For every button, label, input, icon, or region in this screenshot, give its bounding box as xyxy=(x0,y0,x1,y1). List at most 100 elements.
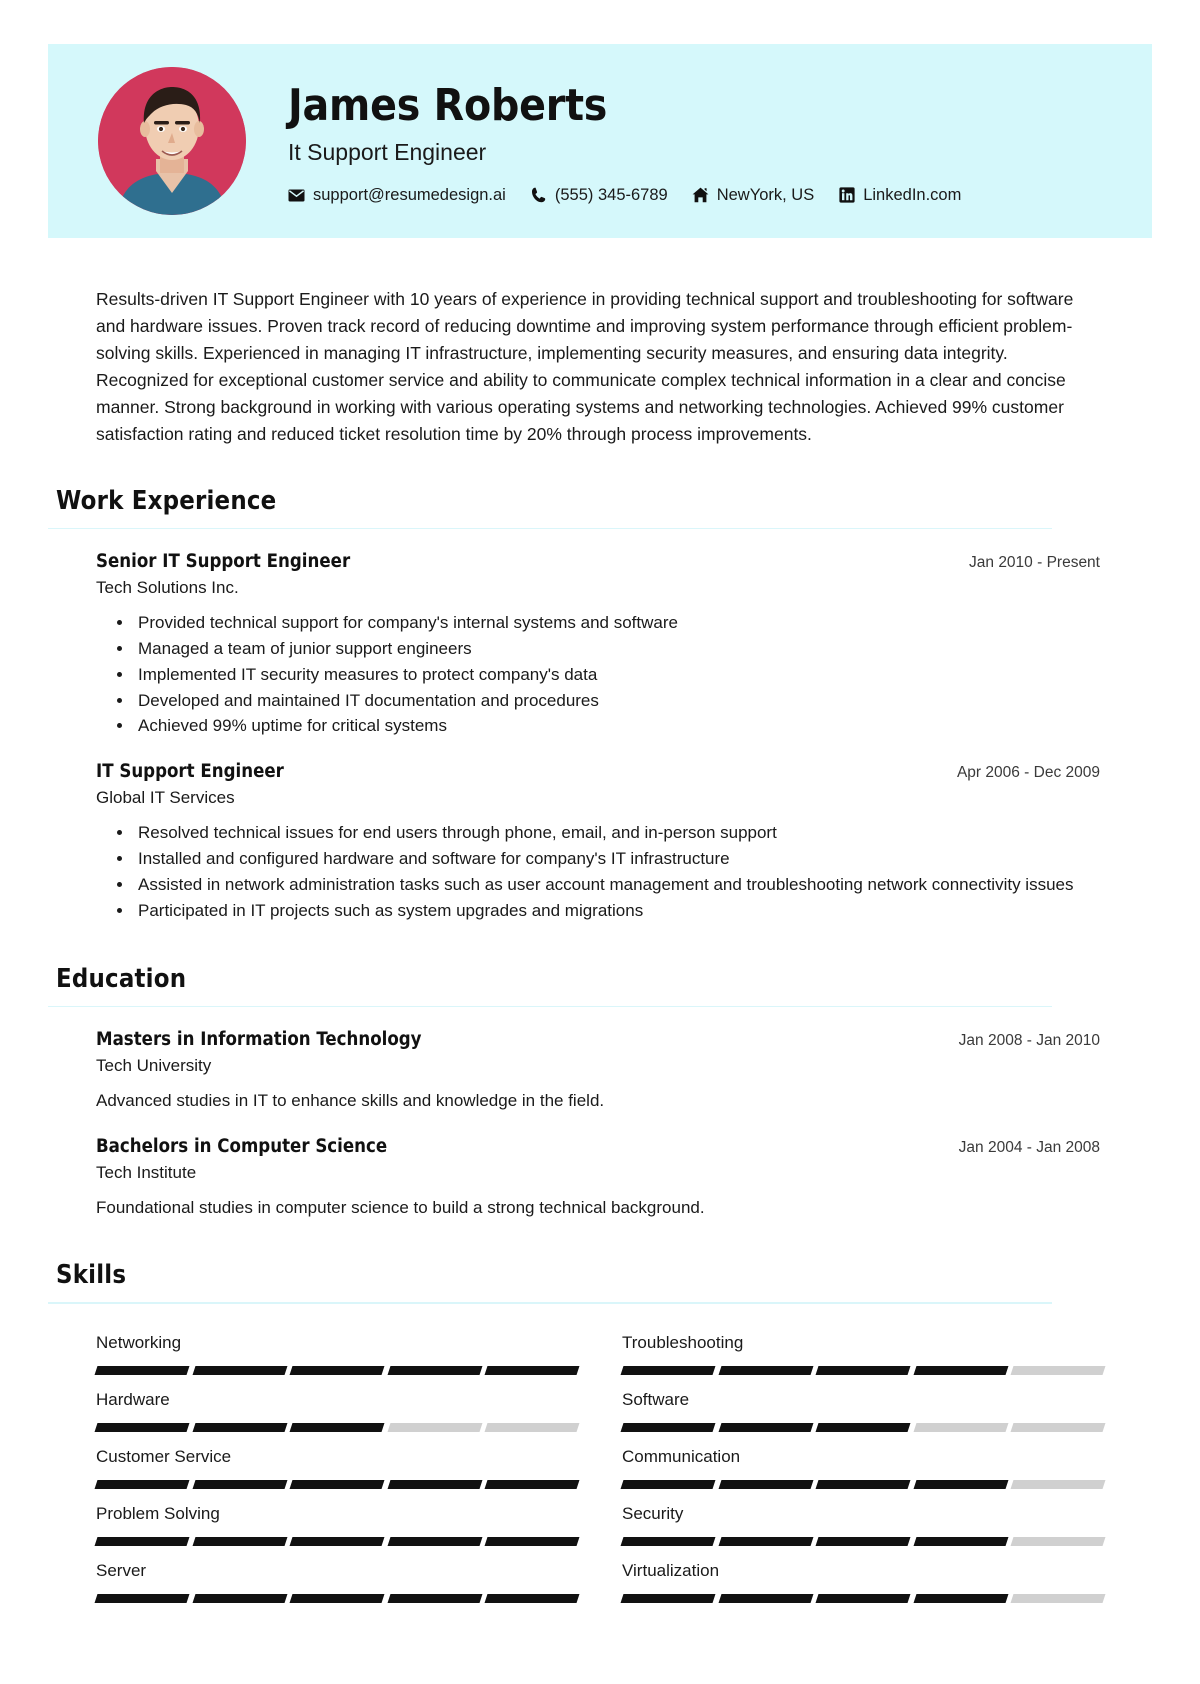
skill-name: Hardware xyxy=(96,1389,170,1409)
skill-level-segment xyxy=(289,1537,385,1547)
skill-level-bar xyxy=(620,1423,1106,1433)
skill-item: Server xyxy=(94,1546,580,1604)
work-entry-role: Senior IT Support Engineer xyxy=(96,551,351,573)
education-entry-degree: Bachelors in Computer Science xyxy=(96,1135,388,1157)
header-text-block: James Roberts It Support Engineer suppor… xyxy=(288,78,961,203)
skill-level-segment xyxy=(1010,1480,1106,1490)
contact-linkedin[interactable]: LinkedIn.com xyxy=(838,187,961,204)
skill-level-segment xyxy=(913,1594,1008,1604)
skill-level-bar xyxy=(94,1594,580,1604)
skill-level-segment xyxy=(484,1423,580,1433)
contact-phone[interactable]: (555) 345-6789 xyxy=(530,187,668,204)
skill-level-segment xyxy=(289,1480,385,1490)
skill-item: Troubleshooting xyxy=(620,1318,1106,1375)
skill-level-segment xyxy=(192,1365,287,1375)
resume-page: James Roberts It Support Engineer suppor… xyxy=(0,44,1200,1684)
skill-level-segment xyxy=(387,1423,482,1433)
section-divider xyxy=(48,527,1052,530)
skill-level-segment xyxy=(718,1365,813,1375)
skill-item: Software xyxy=(620,1375,1106,1433)
linkedin-icon xyxy=(838,187,855,204)
education-entry: Bachelors in Computer Science Jan 2004 -… xyxy=(96,1136,1104,1221)
bullet-item: Installed and configured hardware and so… xyxy=(134,846,1104,872)
skill-level-segment xyxy=(815,1480,911,1490)
skill-name: Security xyxy=(622,1504,684,1524)
skill-name: Troubleshooting xyxy=(622,1332,744,1352)
section-title-education: Education xyxy=(56,963,187,994)
skill-level-segment xyxy=(718,1537,813,1547)
skill-level-bar xyxy=(94,1537,580,1547)
education-entry-description: Foundational studies in computer science… xyxy=(96,1197,705,1217)
skill-level-segment xyxy=(913,1537,1008,1547)
bullet-item: Participated in IT projects such as syst… xyxy=(134,898,1104,924)
bullet-item: Managed a team of junior support enginee… xyxy=(134,636,1104,662)
candidate-name: James Roberts xyxy=(288,80,608,132)
skill-level-segment xyxy=(620,1480,716,1490)
skill-item: Problem Solving xyxy=(94,1489,580,1547)
skill-level-segment xyxy=(289,1423,385,1433)
skill-level-segment xyxy=(620,1423,716,1433)
skill-level-bar xyxy=(620,1365,1106,1375)
avatar xyxy=(98,67,246,215)
skill-level-segment xyxy=(484,1594,580,1604)
contact-phone-label: (555) 345-6789 xyxy=(554,185,668,204)
section-education: Education Masters in Information Technol… xyxy=(48,964,1152,1221)
bullet-item: Resolved technical issues for end users … xyxy=(134,820,1104,846)
skill-level-segment xyxy=(289,1365,385,1375)
envelope-icon xyxy=(288,187,305,204)
skill-level-segment xyxy=(718,1594,813,1604)
skill-name: Customer Service xyxy=(96,1447,232,1467)
work-entry-list: Senior IT Support Engineer Jan 2010 - Pr… xyxy=(48,551,1152,923)
skill-level-segment xyxy=(484,1480,580,1490)
skill-name: Networking xyxy=(96,1332,182,1352)
skill-level-bar xyxy=(94,1480,580,1490)
work-entry-role: IT Support Engineer xyxy=(96,761,284,783)
skill-level-segment xyxy=(1010,1594,1106,1604)
skill-name: Problem Solving xyxy=(96,1504,220,1524)
contact-location[interactable]: NewYork, US xyxy=(692,185,815,204)
skill-name: Server xyxy=(96,1561,147,1581)
skill-level-segment xyxy=(289,1594,385,1604)
skill-level-segment xyxy=(94,1594,190,1604)
skills-grid: Networking Troubleshooting Hardware Softwar… xyxy=(48,1318,1152,1604)
work-entry-date: Apr 2006 - Dec 2009 xyxy=(956,764,1100,782)
skill-level-segment xyxy=(192,1480,287,1490)
skill-name: Software xyxy=(622,1389,690,1409)
skill-level-segment xyxy=(620,1594,716,1604)
section-skills: Skills Networking Troubleshooting Hardware… xyxy=(48,1260,1152,1604)
professional-summary: Results-driven IT Support Engineer with … xyxy=(96,289,1074,444)
contact-linkedin-label: LinkedIn.com xyxy=(863,185,962,204)
contact-email[interactable]: support@resumedesign.ai xyxy=(288,187,506,204)
bullet-item: Implemented IT security measures to prot… xyxy=(134,662,1104,688)
education-entry-date: Jan 2008 - Jan 2010 xyxy=(958,1032,1100,1050)
contact-location-label: NewYork, US xyxy=(716,185,815,204)
skill-level-segment xyxy=(387,1480,482,1490)
phone-icon xyxy=(530,187,547,204)
skill-item: Networking xyxy=(94,1318,580,1375)
skill-level-segment xyxy=(620,1537,716,1547)
skill-level-segment xyxy=(387,1594,482,1604)
section-divider xyxy=(48,1302,1052,1304)
education-entry-list: Masters in Information Technology Jan 20… xyxy=(48,1029,1152,1220)
skill-level-segment xyxy=(815,1594,911,1604)
contact-row: support@resumedesign.ai (555) 345-6789 N… xyxy=(288,187,961,204)
education-entry: Masters in Information Technology Jan 20… xyxy=(96,1029,1104,1114)
bullet-item: Assisted in network administration tasks… xyxy=(134,872,1104,898)
skill-level-segment xyxy=(387,1537,482,1547)
skill-level-bar xyxy=(620,1480,1106,1490)
skill-level-segment xyxy=(913,1423,1008,1433)
skill-level-segment xyxy=(484,1537,580,1547)
education-entry-school: Tech Institute xyxy=(96,1162,197,1182)
skill-level-bar xyxy=(94,1423,580,1433)
skill-level-segment xyxy=(718,1480,813,1490)
skill-level-segment xyxy=(718,1423,813,1433)
work-entry: IT Support Engineer Apr 2006 - Dec 2009 … xyxy=(96,761,1104,923)
skill-item: Hardware xyxy=(94,1375,580,1433)
work-entry-company: Tech Solutions Inc. xyxy=(96,578,239,598)
skill-level-segment xyxy=(192,1537,287,1547)
section-work-experience: Work Experience Senior IT Support Engine… xyxy=(48,486,1152,924)
skill-level-segment xyxy=(815,1365,911,1375)
work-entry-bullets: Provided technical support for company's… xyxy=(96,610,1104,739)
skill-level-segment xyxy=(815,1537,911,1547)
bullet-item: Achieved 99% uptime for critical systems xyxy=(134,713,1104,739)
